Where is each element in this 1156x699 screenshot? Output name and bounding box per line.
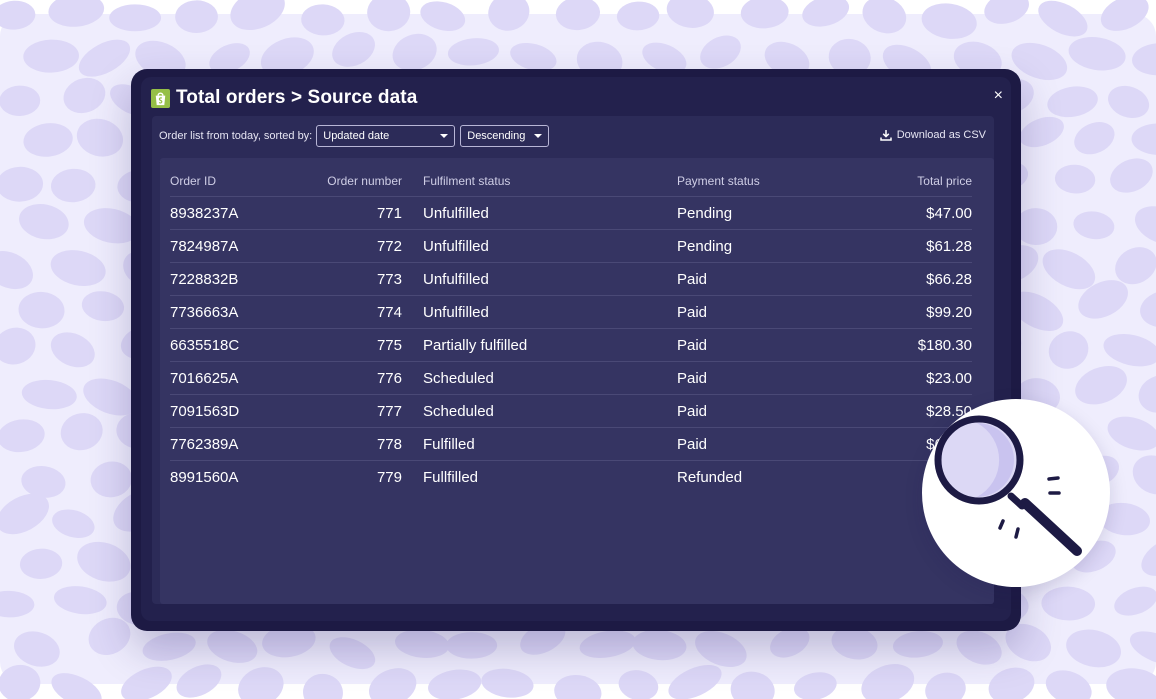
fulfilment-status-cell: Partially fulfilled <box>402 328 677 362</box>
fulfilment-status-cell: Unfulfilled <box>402 262 677 296</box>
sort-field-value: Updated date <box>323 130 390 142</box>
table-row[interactable]: 7091563D 777 Scheduled Paid $28.50 <box>170 394 972 428</box>
order-number-cell: 773 <box>300 262 402 296</box>
column-header-payment-status[interactable]: Payment status <box>677 166 847 197</box>
orders-table: Order ID Order number Fulfilment status … <box>170 166 972 493</box>
payment-status-cell: Pending <box>677 196 847 230</box>
payment-status-cell: Paid <box>677 394 847 428</box>
order-number-cell: 775 <box>300 328 402 362</box>
order-number-cell: 774 <box>300 295 402 329</box>
column-header-total-price[interactable]: Total price <box>847 166 972 197</box>
column-header-order-id[interactable]: Order ID <box>170 166 300 197</box>
order-id-cell: 7016625A <box>170 361 300 395</box>
magnifying-glass-icon <box>934 415 1082 556</box>
fulfilment-status-cell: Unfulfilled <box>402 295 677 329</box>
order-id-cell: 7228832B <box>170 262 300 296</box>
fulfilment-status-cell: Fullfilled <box>402 460 677 493</box>
order-id-cell: 6635518C <box>170 328 300 362</box>
payment-status-cell: Paid <box>677 262 847 296</box>
order-number-cell: 772 <box>300 229 402 263</box>
order-id-cell: 8991560A <box>170 460 300 493</box>
fulfilment-status-cell: Unfulfilled <box>402 229 677 263</box>
order-number-cell: 771 <box>300 196 402 230</box>
download-icon <box>879 130 892 141</box>
download-label: Download as CSV <box>896 129 986 141</box>
sort-label: Order list from today, sorted by: <box>159 130 313 142</box>
payment-status-cell: Refunded <box>677 460 847 493</box>
order-number-cell: 778 <box>300 427 402 461</box>
total-price-cell: $66.28 <box>847 262 972 296</box>
window-title: Total orders > Source data <box>176 87 418 108</box>
chevron-down-icon <box>534 134 543 138</box>
column-header-fulfilment-status[interactable]: Fulfilment status <box>402 166 677 197</box>
payment-status-cell: Paid <box>677 427 847 461</box>
sort-field-select[interactable]: Updated date <box>316 125 456 147</box>
sort-order-value: Descending <box>467 130 526 142</box>
toolbar: Order list from today, sorted by: Update… <box>152 116 994 156</box>
table-header-row: Order ID Order number Fulfilment status … <box>170 166 972 197</box>
payment-status-cell: Paid <box>677 328 847 362</box>
orders-table-container: Order ID Order number Fulfilment status … <box>160 158 994 604</box>
table-row[interactable]: 7824987A 772 Unfulfilled Pending $61.28 <box>170 229 972 263</box>
order-id-cell: 7824987A <box>170 229 300 263</box>
table-row[interactable]: 6635518C 775 Partially fulfilled Paid $180.3… <box>170 328 972 362</box>
fulfilment-status-cell: Scheduled <box>402 361 677 395</box>
table-row[interactable]: 8938237A 771 Unfulfilled Pending $47.00 <box>170 196 972 230</box>
table-row[interactable]: 7228832B 773 Unfulfilled Paid $66.28 <box>170 262 972 296</box>
payment-status-cell: Pending <box>677 229 847 263</box>
payment-status-cell: Paid <box>677 361 847 395</box>
total-price-cell: $61.28 <box>847 229 972 263</box>
table-row[interactable]: 7736663A 774 Unfulfilled Paid $99.20 <box>170 295 972 329</box>
pattern-blob <box>109 4 162 32</box>
column-header-order-number[interactable]: Order number <box>300 166 402 197</box>
total-price-cell: $47.00 <box>847 196 972 230</box>
window-titlebar: Total orders > Source data <box>151 87 417 109</box>
total-price-cell: $99.20 <box>847 295 972 329</box>
order-id-cell: 7736663A <box>170 295 300 329</box>
fulfilment-status-cell: Scheduled <box>402 394 677 428</box>
order-id-cell: 8938237A <box>170 196 300 230</box>
download-csv-button[interactable]: Download as CSV <box>879 129 986 141</box>
payment-status-cell: Paid <box>677 295 847 329</box>
magnifier-badge <box>922 399 1110 587</box>
table-row[interactable]: 8991560A779FullfilledRefunded$12.90 <box>170 460 972 493</box>
order-number-cell: 779 <box>300 460 402 493</box>
close-icon[interactable]: × <box>994 88 1003 104</box>
fulfilment-status-cell: Unfulfilled <box>402 196 677 230</box>
source-data-window: Total orders > Source data × Order list … <box>131 69 1021 631</box>
source-data-panel: Order list from today, sorted by: Update… <box>152 116 994 604</box>
shopify-bag-icon <box>151 88 170 108</box>
order-id-cell: 7762389A <box>170 427 300 461</box>
pattern-blob <box>446 632 498 659</box>
order-id-cell: 7091563D <box>170 394 300 428</box>
chevron-down-icon <box>440 134 449 138</box>
table-row[interactable]: 7762389A778FulfilledPaid$65.00 <box>170 427 972 461</box>
total-price-cell: $23.00 <box>847 361 972 395</box>
sort-order-select[interactable]: Descending <box>460 125 550 147</box>
fulfilment-status-cell: Fulfilled <box>402 427 677 461</box>
total-price-cell: $180.30 <box>847 328 972 362</box>
order-number-cell: 776 <box>300 361 402 395</box>
order-number-cell: 777 <box>300 394 402 428</box>
table-row[interactable]: 7016625A 776 Scheduled Paid $23.00 <box>170 361 972 395</box>
